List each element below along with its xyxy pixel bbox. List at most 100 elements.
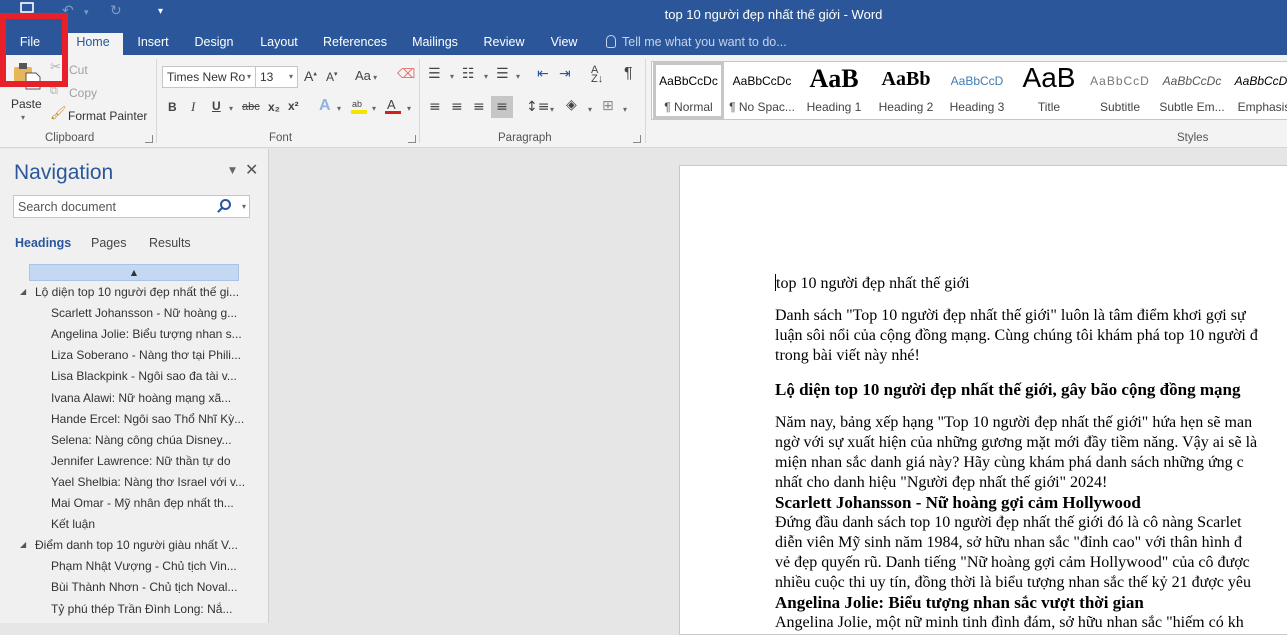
pane-options-icon[interactable]: ▼ <box>229 166 236 176</box>
nav-heading-level-2[interactable]: Lisa Blackpink - Ngôi sao đa tài v... <box>51 369 237 390</box>
nav-heading-level-2[interactable]: Jennifer Lawrence: Nữ thần tự do <box>51 454 231 475</box>
font-color-icon[interactable]: A <box>384 97 402 119</box>
paragraph-4[interactable]: Angelina Jolie, một nữ minh tinh đình đá… <box>775 613 1287 633</box>
font-size-select[interactable]: 13 ▾ <box>255 66 298 88</box>
multilevel-list-icon[interactable]: ☰ <box>496 66 509 82</box>
multilevel-dropdown-icon[interactable]: ▾ <box>516 72 520 81</box>
paragraph-launcher-icon[interactable] <box>633 135 641 143</box>
style-heading-1[interactable]: AaB Heading 1 <box>798 62 870 119</box>
nav-heading-level-1[interactable]: ◢ Điểm danh top 10 người giàu nhất V... <box>20 538 238 559</box>
tab-file[interactable]: File <box>8 33 52 55</box>
document-page[interactable]: top 10 người đẹp nhất thế giới Danh sách… <box>679 165 1287 635</box>
borders-dropdown-icon[interactable]: ▾ <box>623 105 627 114</box>
tab-layout[interactable]: Layout <box>252 33 306 55</box>
nav-heading-level-2[interactable]: Bùi Thành Nhơn - Chủ tịch Noval... <box>51 580 237 601</box>
borders-icon[interactable]: ⊞ <box>602 98 614 114</box>
nav-heading-level-2[interactable]: Phạm Nhật Vượng - Chủ tịch Vin... <box>51 559 237 580</box>
bullets-icon[interactable]: ☰ <box>428 66 441 82</box>
font-color-dropdown-icon[interactable]: ▾ <box>407 104 411 113</box>
highlight-color-icon[interactable]: ab <box>350 97 368 119</box>
clipboard-launcher-icon[interactable] <box>145 135 153 143</box>
tab-insert[interactable]: Insert <box>128 33 178 55</box>
nav-heading-level-2[interactable]: Ivana Alawi: Nữ hoàng mạng xã... <box>51 391 231 412</box>
decrease-indent-icon[interactable]: ⇤ <box>537 66 549 82</box>
close-icon[interactable]: ✕ <box>245 160 258 179</box>
show-formatting-marks-icon[interactable]: ¶ <box>624 65 633 83</box>
format-painter-button[interactable]: Format Painter <box>68 109 147 123</box>
style-heading-3[interactable]: AaBbCcD Heading 3 <box>941 62 1013 119</box>
style-title[interactable]: AaB Title <box>1013 62 1085 119</box>
italic-button[interactable]: I <box>191 99 195 115</box>
nav-tab-headings[interactable]: Headings <box>15 236 71 250</box>
bullets-dropdown-icon[interactable]: ▾ <box>450 72 454 81</box>
tab-references[interactable]: References <box>318 33 392 55</box>
scroll-to-top-button[interactable]: ▲ <box>29 264 239 281</box>
underline-dropdown-icon[interactable]: ▾ <box>229 104 233 113</box>
superscript-button[interactable]: x² <box>288 99 299 113</box>
shading-icon[interactable]: ◈ <box>566 97 577 113</box>
document-title-line[interactable]: top 10 người đẹp nhất thế giới <box>775 274 1287 294</box>
style-subtle-emphasis[interactable]: AaBbCcDc Subtle Em... <box>1156 62 1228 119</box>
tab-view[interactable]: View <box>543 33 585 55</box>
align-right-icon[interactable]: ≡ <box>473 99 485 115</box>
nav-heading-level-2[interactable]: Hande Ercel: Ngôi sao Thổ Nhĩ Kỳ... <box>51 412 244 433</box>
cut-button[interactable]: Cut <box>69 63 88 77</box>
align-left-icon[interactable]: ≡ <box>429 99 441 115</box>
change-case-button[interactable]: Aa ▾ <box>355 68 377 83</box>
nav-heading-level-2[interactable]: Kết luận <box>51 517 95 538</box>
style-emphasis[interactable]: AaBbCcDc Emphasis <box>1228 62 1287 119</box>
search-document-input[interactable] <box>14 196 209 218</box>
style-subtitle[interactable]: AaBbCcD Subtitle <box>1084 62 1156 119</box>
paragraph-2[interactable]: Năm nay, bảng xếp hạng "Top 10 người đẹp… <box>775 413 1287 493</box>
grow-font-icon[interactable]: A▴ <box>304 68 317 84</box>
tab-review[interactable]: Review <box>478 33 530 55</box>
underline-button[interactable]: U <box>212 99 221 113</box>
tell-me-box[interactable]: Tell me what you want to do... <box>606 35 787 49</box>
tab-home[interactable]: Home <box>63 33 123 55</box>
highlight-dropdown-icon[interactable]: ▾ <box>372 104 376 113</box>
nav-heading-level-2[interactable]: Yael Shelbia: Nàng thơ Israel với v... <box>51 475 245 496</box>
line-spacing-dropdown-icon[interactable]: ▾ <box>550 105 554 114</box>
shading-dropdown-icon[interactable]: ▾ <box>588 105 592 114</box>
expand-collapse-icon[interactable]: ◢ <box>20 287 26 296</box>
heading-2[interactable]: Scarlett Johansson - Nữ hoàng gợi cảm Ho… <box>775 493 1287 513</box>
strikethrough-button[interactable]: abc <box>242 101 260 113</box>
bold-button[interactable]: B <box>168 100 177 114</box>
align-center-icon[interactable]: ≡ <box>451 99 463 115</box>
nav-heading-level-2[interactable]: Scarlett Johansson - Nữ hoàng g... <box>51 306 237 327</box>
intro-paragraph[interactable]: Danh sách "Top 10 người đẹp nhất thế giớ… <box>775 306 1287 366</box>
nav-tab-results[interactable]: Results <box>149 236 191 250</box>
font-launcher-icon[interactable] <box>408 135 416 143</box>
shrink-font-icon[interactable]: A▾ <box>326 70 338 84</box>
justify-icon[interactable]: ≡ <box>491 96 513 118</box>
paste-button[interactable]: Paste <box>11 97 42 111</box>
paragraph-3[interactable]: Đứng đầu danh sách top 10 người đẹp nhất… <box>775 513 1287 593</box>
numbering-dropdown-icon[interactable]: ▾ <box>484 72 488 81</box>
text-effects-dropdown-icon[interactable]: ▾ <box>337 104 341 113</box>
search-icon[interactable] <box>220 199 231 210</box>
clear-formatting-icon[interactable]: ⌫ <box>397 67 415 82</box>
line-spacing-icon[interactable]: ↕≡ <box>526 99 549 115</box>
paste-icon[interactable] <box>12 61 42 95</box>
nav-tab-pages[interactable]: Pages <box>91 236 126 250</box>
heading-1[interactable]: Lộ diện top 10 người đẹp nhất thế giới, … <box>775 380 1287 400</box>
search-options-dropdown-icon[interactable]: ▾ <box>242 202 246 211</box>
tab-mailings[interactable]: Mailings <box>404 33 466 55</box>
numbering-icon[interactable]: ☷ <box>462 66 475 82</box>
font-name-select[interactable]: Times New Ro ▾ <box>162 66 256 88</box>
subscript-button[interactable]: x₂ <box>268 100 280 114</box>
nav-heading-level-2[interactable]: Angelina Jolie: Biểu tượng nhan s... <box>51 327 242 348</box>
increase-indent-icon[interactable]: ⇥ <box>559 66 571 82</box>
paste-dropdown-icon[interactable]: ▾ <box>21 113 25 122</box>
nav-heading-level-2[interactable]: Selena: Nàng công chúa Disney... <box>51 433 232 454</box>
nav-heading-level-2[interactable]: Liza Soberano - Nàng thơ tại Phili... <box>51 348 241 369</box>
nav-heading-level-2[interactable]: Mai Omar - Mỹ nhân đẹp nhất th... <box>51 496 234 517</box>
copy-button[interactable]: Copy <box>69 86 97 100</box>
style-normal[interactable]: AaBbCcDc ¶ Normal <box>653 62 724 119</box>
heading-3[interactable]: Angelina Jolie: Biểu tượng nhan sắc vượt… <box>775 593 1287 613</box>
style-no-spacing[interactable]: AaBbCcDc ¶ No Spac... <box>726 62 798 119</box>
text-effects-icon[interactable]: A <box>319 97 331 115</box>
nav-heading-level-2[interactable]: Tỷ phú thép Trần Đình Long: Nắ... <box>51 602 232 623</box>
expand-collapse-icon[interactable]: ◢ <box>20 540 26 549</box>
nav-heading-level-1[interactable]: ◢ Lộ diện top 10 người đẹp nhất thế gi... <box>20 285 239 306</box>
